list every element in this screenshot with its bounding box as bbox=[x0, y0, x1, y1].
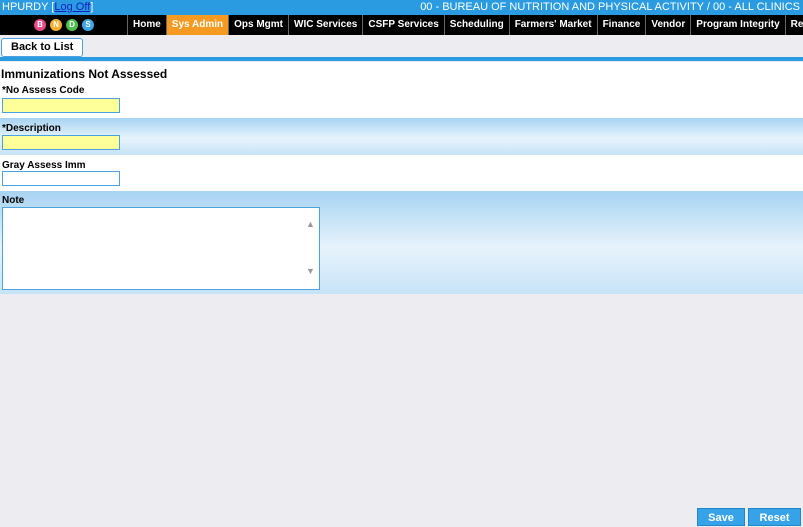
description-input[interactable] bbox=[2, 135, 120, 150]
note-label: Note bbox=[2, 195, 25, 206]
username: HPURDY bbox=[2, 1, 49, 13]
page-title: Immunizations Not Assessed bbox=[1, 67, 168, 81]
nav-scheduling[interactable]: Scheduling bbox=[443, 15, 509, 35]
no-assess-code-input[interactable] bbox=[2, 98, 120, 113]
logo-letter-d: D bbox=[66, 19, 78, 31]
scroll-down-icon[interactable]: ▼ bbox=[306, 266, 315, 276]
nav-home[interactable]: Home bbox=[127, 15, 166, 35]
nav-vendor[interactable]: Vendor bbox=[645, 15, 690, 35]
nav-farmers-market[interactable]: Farmers' Market bbox=[508, 15, 597, 35]
top-status-bar: HPURDY [Log Off] 00 - BUREAU OF NUTRITIO… bbox=[0, 0, 803, 15]
logo-letter-s: S bbox=[82, 19, 94, 31]
main-nav-bar: B N D S Home Sys Admin Ops Mgmt WIC Serv… bbox=[0, 15, 803, 35]
back-to-list-button[interactable]: Back to List bbox=[1, 38, 84, 57]
gray-assess-input[interactable] bbox=[2, 171, 120, 186]
row-no-assess-code: Immunizations Not Assessed *No Assess Co… bbox=[0, 62, 803, 118]
reset-button[interactable]: Reset bbox=[748, 508, 801, 526]
row-gray-assess: Gray Assess Imm bbox=[0, 155, 803, 191]
scroll-up-icon[interactable]: ▲ bbox=[306, 219, 315, 229]
nav-sys-admin[interactable]: Sys Admin bbox=[165, 15, 229, 35]
nav-wic-services[interactable]: WIC Services bbox=[288, 15, 362, 35]
user-info: HPURDY [Log Off] bbox=[2, 1, 94, 13]
no-assess-code-label: *No Assess Code bbox=[2, 85, 85, 96]
log-off-link[interactable]: Log Off bbox=[54, 1, 90, 13]
nav-finance[interactable]: Finance bbox=[596, 15, 646, 35]
nav-menu: Home Sys Admin Ops Mgmt WIC Services CSF… bbox=[127, 15, 803, 35]
note-textarea[interactable] bbox=[2, 207, 320, 290]
nav-ops-mgmt[interactable]: Ops Mgmt bbox=[228, 15, 288, 35]
immunization-form: Immunizations Not Assessed *No Assess Co… bbox=[0, 62, 803, 294]
row-description: *Description bbox=[0, 118, 803, 155]
organization-clinic: 00 - BUREAU OF NUTRITION AND PHYSICAL AC… bbox=[420, 1, 800, 13]
description-label: *Description bbox=[2, 123, 61, 134]
logo-letter-n: N bbox=[50, 19, 62, 31]
logo-letter-b: B bbox=[34, 19, 46, 31]
nav-csfp-services[interactable]: CSFP Services bbox=[362, 15, 443, 35]
toolbar-divider bbox=[0, 57, 803, 61]
action-toolbar: Back to List bbox=[0, 35, 803, 57]
nav-reports[interactable]: Reports bbox=[784, 15, 803, 35]
gray-assess-label: Gray Assess Imm bbox=[2, 160, 86, 171]
save-button[interactable]: Save bbox=[697, 508, 745, 526]
app-logo: B N D S bbox=[2, 15, 126, 35]
nav-program-integrity[interactable]: Program Integrity bbox=[690, 15, 784, 35]
